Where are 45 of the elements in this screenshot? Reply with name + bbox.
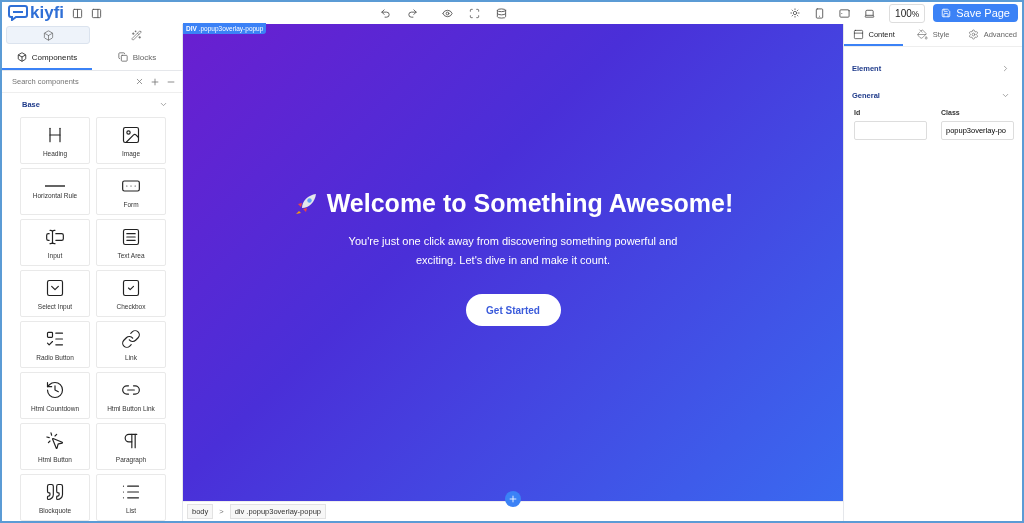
wand-icon (130, 29, 142, 41)
popup-heading: Welcome to Something Awesome! (326, 189, 734, 218)
popup-text: You're just one click away from discovering something powerful and exciting. Let's dive in and make it count. (347, 234, 679, 268)
checkbox-icon (121, 277, 141, 298)
logo-icon (8, 5, 28, 21)
select-icon (45, 277, 65, 298)
brand-name: kiyfi (30, 3, 65, 23)
cube-icon (42, 29, 54, 41)
save-icon (941, 8, 952, 18)
line-icon (45, 184, 65, 187)
add-button[interactable] (505, 491, 521, 507)
pointer-click-icon (45, 430, 65, 451)
tablet-icon[interactable] (839, 7, 851, 19)
chevron-icon[interactable] (1001, 64, 1010, 73)
sidebar-tab[interactable]: Components (2, 46, 92, 70)
redo-icon[interactable] (407, 7, 419, 19)
zoom-level[interactable]: 100% (889, 3, 926, 23)
get-started-button[interactable]: Get Started (465, 294, 561, 326)
panel-icon (852, 28, 864, 40)
textarea-icon (121, 226, 141, 247)
eye-icon[interactable] (442, 7, 454, 19)
save-button[interactable]: Save Page (933, 4, 1018, 22)
link-icon (121, 328, 141, 349)
undo-icon[interactable] (380, 7, 392, 19)
phone-icon[interactable] (814, 7, 826, 19)
chevron-icon[interactable] (1001, 91, 1010, 100)
history-icon (45, 379, 65, 400)
paint-bucket-icon (916, 28, 928, 40)
laptop-icon[interactable] (864, 7, 876, 19)
image-icon (121, 124, 141, 145)
fullscreen-icon[interactable] (469, 7, 481, 19)
panel-toggle-icon[interactable] (72, 7, 84, 19)
panel-toggle-icon[interactable] (91, 7, 103, 19)
cube-icon (16, 52, 27, 62)
mode-tab[interactable] (6, 26, 90, 44)
layers-icon[interactable] (496, 7, 508, 19)
sun-icon[interactable] (790, 8, 801, 18)
plus-icon (508, 494, 518, 504)
settings-icon (967, 28, 979, 40)
sidebar-tab[interactable]: Blocks (92, 46, 182, 70)
close-icon[interactable] (135, 77, 144, 86)
plus-icon[interactable] (150, 76, 160, 87)
text-field[interactable] (854, 121, 927, 140)
quote-icon (45, 481, 65, 502)
copy-icon (117, 52, 128, 62)
